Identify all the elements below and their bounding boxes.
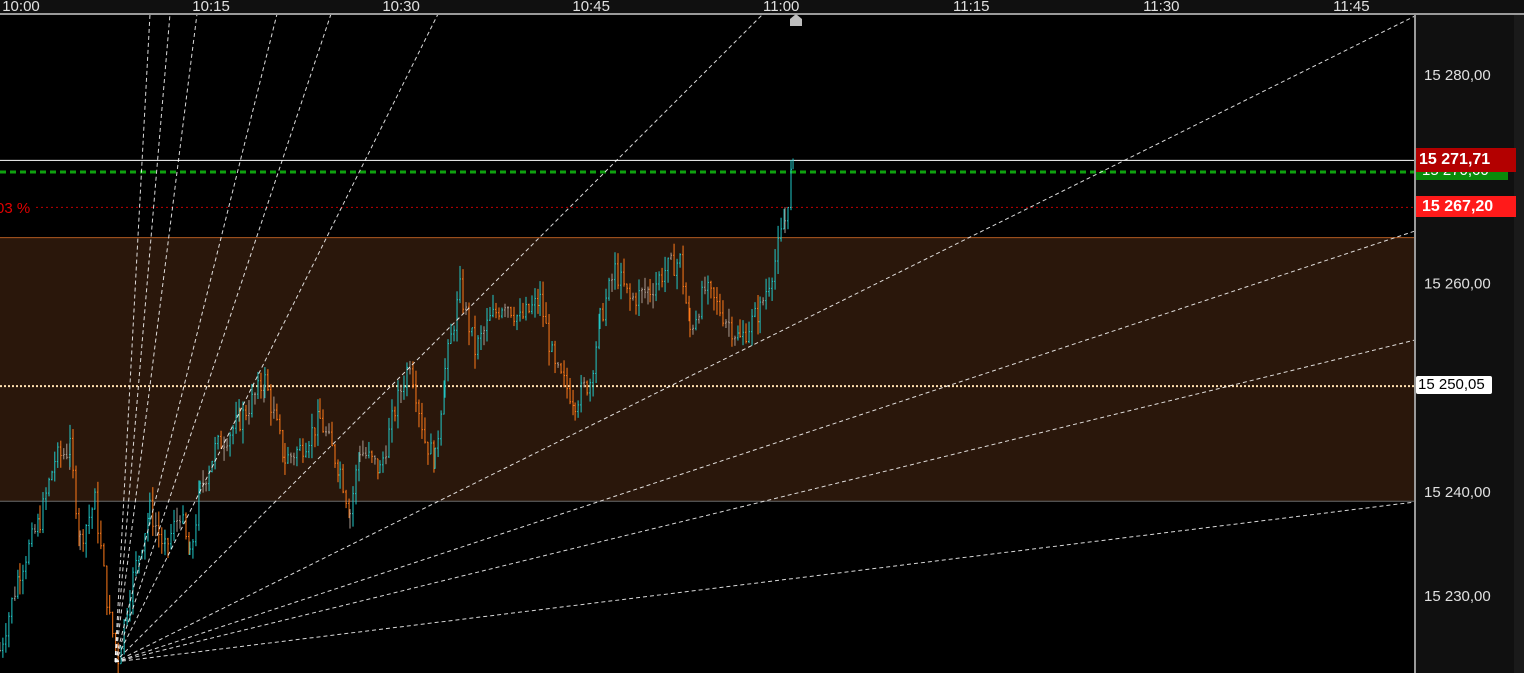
price-tick-label: 15 240,00 [1424, 484, 1491, 501]
mid-level-badge: 15 250,05 [1416, 376, 1492, 394]
price-tick-label: 15 230,00 [1424, 588, 1491, 605]
last-price-badge: 15 271,71 [1416, 148, 1516, 172]
time-tick-label: 10:45 [572, 0, 610, 15]
time-tick-label: 11:15 [953, 0, 989, 15]
price-axis-bg [1415, 0, 1524, 673]
time-tick-label: 10:30 [382, 0, 420, 15]
percent-label: 03 % [0, 200, 31, 217]
fan-line [114, 501, 1416, 663]
red-level-badge: 15 267,20 [1416, 196, 1516, 217]
time-tick-label: 11:45 [1333, 0, 1369, 15]
time-tick-label: 11:30 [1143, 0, 1179, 15]
time-tick-label: 11:00 [763, 0, 799, 15]
price-tick-label: 15 280,00 [1424, 67, 1491, 84]
scrollbar[interactable] [1514, 14, 1524, 673]
house-marker-icon[interactable] [790, 14, 802, 26]
time-tick-label: 10:00 [2, 0, 40, 15]
price-chart[interactable]: 10:00 10:15 10:30 10:45 11:00 11:15 11:30 11:45… [0, 0, 1524, 673]
price-tick-label: 15 260,00 [1424, 275, 1491, 292]
time-tick-label: 10:15 [192, 0, 230, 15]
